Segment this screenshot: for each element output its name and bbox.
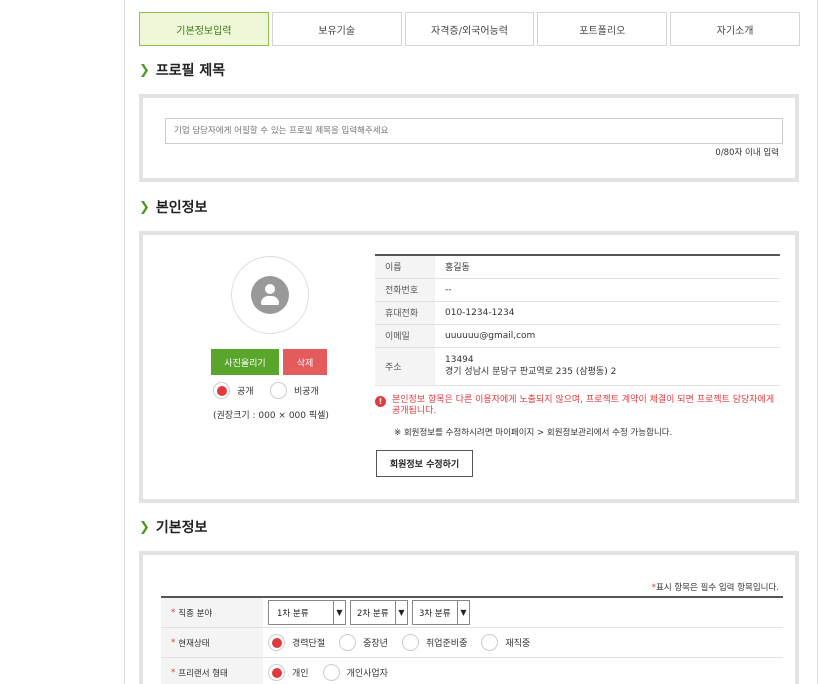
option-label: 경력단절 (292, 639, 326, 649)
avatar (231, 256, 309, 334)
row-value: -- (435, 278, 780, 302)
personal-info-table: 이름 홍길동 전화번호 -- 휴대전화 010-1234-1234 이메일 uu… (375, 254, 780, 386)
radio-checked-icon[interactable] (268, 634, 285, 651)
section-title: 기본정보 (155, 520, 208, 536)
option-label: 재직중 (505, 639, 531, 649)
edit-member-info-button[interactable]: 회원정보 수정하기 (376, 450, 473, 477)
radio-unchecked-icon[interactable] (401, 634, 419, 651)
required-note: *표시 항목은 필수 입력 항목입니다. (652, 581, 779, 593)
row-label: * 프리랜서 형태 (161, 658, 263, 684)
tab-self-intro[interactable]: 자기소개 (670, 12, 800, 46)
row-value: 1차 분류 ▼ 2차 분류 ▼ 3차 분류 ▼ (263, 600, 783, 625)
option-label: 개인 (292, 669, 309, 679)
job-field-row: * 직종 분야 1차 분류 ▼ 2차 분류 ▼ 3차 분류 ▼ (161, 598, 783, 628)
chevron-right-icon: ❯ (139, 519, 150, 535)
radio-unchecked-icon[interactable] (270, 382, 287, 399)
status-option-job-seeking[interactable]: 취업준비중 (401, 634, 468, 651)
row-label: * 현재상태 (161, 628, 263, 657)
basic-info-form: * 직종 분야 1차 분류 ▼ 2차 분류 ▼ 3차 분류 ▼ * 현재상태 경력단절 중… (161, 596, 783, 684)
job-category-1-select[interactable]: 1차 분류 ▼ (268, 600, 346, 625)
profile-title-heading: ❯ 프로필 제목 (139, 60, 225, 80)
address-value: 13494 경기 성남시 분당구 판교역로 235 (삼평동) 2 (435, 347, 780, 386)
tab-certificates[interactable]: 자격증/외국어능력 (404, 12, 535, 46)
chevron-down-icon: ▼ (457, 601, 469, 624)
select-value: 1차 분류 (277, 608, 309, 619)
radio-checked-icon[interactable] (213, 382, 230, 399)
delete-photo-button[interactable]: 삭제 (283, 349, 327, 375)
row-value: uuuuuu@gmail,com (435, 324, 780, 348)
photo-size-note: (권장크기 : 000 × 000 픽셀) (213, 411, 329, 421)
required-star: * (171, 637, 176, 648)
postal-code: 13494 (445, 355, 474, 365)
profile-title-box: 0/80자 이내 입력 (139, 94, 799, 182)
section-title: 본인정보 (155, 200, 208, 216)
visibility-private-option[interactable]: 비공개 (270, 382, 319, 399)
tab-portfolio[interactable]: 포트폴리오 (537, 12, 668, 46)
option-label: 중장년 (363, 639, 388, 649)
edit-info-note: ※ 회원정보를 수정하시려면 마이페이지 > 회원정보관리에서 수정 가능합니다… (394, 428, 673, 438)
radio-unchecked-icon[interactable] (481, 634, 499, 651)
privacy-warning: ! 본인정보 항목은 다른 이용자에게 노출되지 않으며, 프로젝트 계약이 체… (375, 395, 785, 417)
radio-unchecked-icon[interactable] (322, 664, 340, 681)
tab-skills[interactable]: 보유기술 (271, 12, 402, 46)
table-row: 이메일 uuuuuu@gmail,com (375, 324, 780, 348)
visibility-public-option[interactable]: 공개 (213, 382, 254, 399)
required-star: * (171, 667, 176, 678)
required-star: * (171, 607, 176, 618)
select-value: 2차 분류 (357, 608, 389, 619)
job-category-3-select[interactable]: 3차 분류 ▼ (412, 600, 470, 625)
char-count: 0/80자 이내 입력 (715, 148, 779, 158)
row-value: 010-1234-1234 (435, 301, 780, 325)
status-row: * 현재상태 경력단절 중장년 취업준비중 재직중 (161, 628, 783, 658)
chevron-down-icon: ▼ (395, 601, 407, 624)
job-category-2-select[interactable]: 2차 분류 ▼ (350, 600, 408, 625)
row-label: * 직종 분야 (161, 598, 263, 627)
basic-info-heading: ❯ 기본정보 (139, 517, 207, 537)
select-value: 3차 분류 (419, 608, 451, 619)
option-label: 비공개 (294, 387, 319, 397)
option-label: 취업준비중 (425, 639, 468, 649)
personal-info-heading: ❯ 본인정보 (139, 197, 207, 217)
info-icon: ! (375, 396, 386, 407)
street-address: 경기 성남시 분당구 판교역로 235 (삼평동) 2 (445, 367, 617, 377)
freelancer-type-row: * 프리랜서 형태 개인 개인사업자 (161, 658, 783, 684)
freelancer-option-individual[interactable]: 개인 (268, 664, 309, 681)
table-row: 전화번호 -- (375, 278, 780, 302)
option-label: 공개 (237, 387, 254, 397)
chevron-right-icon: ❯ (139, 199, 150, 215)
status-option-employed[interactable]: 재직중 (481, 634, 530, 651)
row-value: 개인 개인사업자 (263, 664, 783, 681)
section-title: 프로필 제목 (155, 63, 226, 79)
personal-info-box: 사진올리기 삭제 공개 비공개 (권장크기 : 000 × 000 픽셀) 이름… (139, 231, 799, 503)
upload-photo-button[interactable]: 사진올리기 (211, 349, 279, 375)
status-option-middle-aged[interactable]: 중장년 (339, 634, 388, 651)
row-label: 이름 (375, 255, 435, 279)
label-text: 현재상태 (178, 638, 210, 649)
label-text: 직종 분야 (178, 608, 213, 619)
table-row: 이름 홍길동 (375, 255, 780, 279)
chevron-down-icon: ▼ (333, 601, 345, 624)
row-label: 이메일 (375, 324, 435, 348)
table-row: 주소 13494 경기 성남시 분당구 판교역로 235 (삼평동) 2 (375, 347, 780, 386)
row-value: 홍길동 (435, 255, 780, 279)
required-note-text: 표시 항목은 필수 입력 항목입니다. (656, 583, 779, 593)
warning-text: 본인정보 항목은 다른 이용자에게 노출되지 않으며, 프로젝트 계약이 체결이… (392, 395, 775, 416)
chevron-right-icon: ❯ (139, 62, 150, 78)
row-value: 경력단절 중장년 취업준비중 재직중 (263, 634, 783, 651)
label-text: 프리랜서 형태 (178, 668, 228, 679)
row-label: 전화번호 (375, 278, 435, 302)
option-label: 개인사업자 (346, 669, 388, 679)
status-option-career-break[interactable]: 경력단절 (268, 634, 325, 651)
tab-basic-info[interactable]: 기본정보입력 (139, 12, 269, 46)
radio-unchecked-icon[interactable] (339, 634, 357, 651)
table-row: 휴대전화 010-1234-1234 (375, 301, 780, 325)
tab-bar: 기본정보입력 보유기술 자격증/외국어능력 포트폴리오 자기소개 (139, 12, 800, 46)
profile-title-input[interactable] (165, 118, 783, 144)
radio-checked-icon[interactable] (268, 664, 285, 681)
freelancer-option-sole-proprietor[interactable]: 개인사업자 (322, 664, 388, 681)
basic-info-box: *표시 항목은 필수 입력 항목입니다. * 직종 분야 1차 분류 ▼ 2차 분류… (139, 551, 799, 684)
user-icon (251, 276, 289, 314)
row-label: 휴대전화 (375, 301, 435, 325)
row-label: 주소 (375, 347, 435, 386)
